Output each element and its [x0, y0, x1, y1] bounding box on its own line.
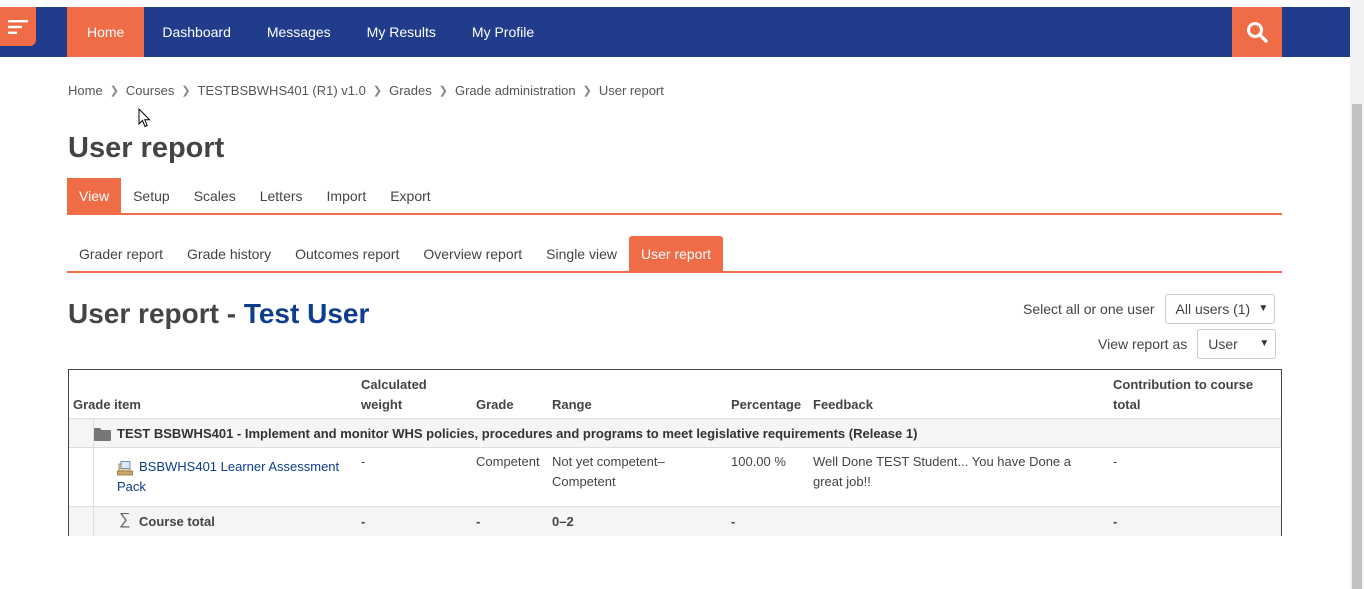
- breadcrumb-course[interactable]: TESTBSBWHS401 (R1) v1.0: [198, 83, 366, 98]
- view-as-value: User: [1208, 336, 1238, 352]
- breadcrumb-home[interactable]: Home: [68, 83, 103, 98]
- chevron-right-icon: ❯: [181, 85, 191, 97]
- primary-tabs: View Setup Scales Letters Import Export: [67, 178, 1282, 215]
- chevron-right-icon: ❯: [582, 85, 592, 97]
- breadcrumb-courses[interactable]: Courses: [126, 83, 174, 98]
- tab-scales[interactable]: Scales: [182, 178, 248, 214]
- item-percentage: 100.00 %: [731, 454, 786, 469]
- select-user-dropdown[interactable]: All users (1) ▼: [1164, 294, 1276, 324]
- category-cell: TEST BSBWHS401 - Implement and monitor W…: [93, 419, 1281, 448]
- total-grade: -: [476, 514, 481, 529]
- chevron-right-icon: ❯: [372, 85, 383, 97]
- nav-my-results[interactable]: My Results: [349, 7, 454, 57]
- tab-single-view[interactable]: Single view: [534, 236, 629, 271]
- header-weight-line1: Calculated: [361, 377, 427, 392]
- menu-icon: [8, 19, 28, 34]
- select-user-control: Select all or one user All users (1) ▼: [1023, 294, 1276, 324]
- header-contribution-line1: Contribution to course: [1113, 377, 1254, 392]
- breadcrumb-grade-administration[interactable]: Grade administration: [455, 83, 576, 98]
- total-weight: -: [361, 514, 366, 529]
- item-weight: -: [361, 454, 366, 469]
- tab-overview-report[interactable]: Overview report: [411, 236, 534, 271]
- tab-setup[interactable]: Setup: [121, 178, 182, 214]
- nav-messages[interactable]: Messages: [249, 7, 349, 57]
- total-contribution: -: [1113, 514, 1118, 529]
- item-contribution: -: [1113, 454, 1118, 469]
- view-as-label: View report as: [1098, 336, 1188, 352]
- header-range: Range: [552, 397, 592, 412]
- indent-cell: [93, 507, 117, 536]
- chevron-right-icon: ❯: [109, 85, 119, 97]
- tab-user-report[interactable]: User report: [629, 236, 724, 271]
- page-scrollbar[interactable]: [1350, 0, 1364, 589]
- item-feedback-line2: great job!!: [813, 474, 871, 489]
- header-grade-item: Grade item: [73, 397, 141, 412]
- dropdown-arrow-icon: ▼: [1258, 303, 1269, 314]
- dropdown-arrow-icon: ▼: [1259, 338, 1270, 349]
- report-user-name-link[interactable]: Test User: [244, 298, 370, 329]
- total-range: 0–2: [552, 514, 574, 529]
- report-title: User report - Test User: [68, 298, 369, 330]
- grade-item-link-continued[interactable]: Pack: [117, 477, 146, 497]
- view-as-control: View report as User ▼: [1098, 329, 1277, 359]
- report-title-prefix: User report -: [68, 298, 244, 329]
- tab-grade-history[interactable]: Grade history: [175, 236, 283, 271]
- assignment-icon: [117, 461, 133, 476]
- header-weight-line2: weight: [361, 397, 403, 412]
- select-user-label: Select all or one user: [1023, 301, 1155, 317]
- secondary-tabs: Grader report Grade history Outcomes rep…: [67, 236, 1282, 273]
- item-feedback-line1: Well Done TEST Student... You have Done …: [813, 454, 1072, 469]
- item-grade: Competent: [476, 454, 540, 469]
- table-header-row: Grade item Calculated weight Grade Range…: [69, 370, 1281, 419]
- search-button[interactable]: [1232, 7, 1282, 57]
- breadcrumb: Home ❯ Courses ❯ TESTBSBWHS401 (R1) v1.0…: [68, 83, 664, 98]
- tab-export[interactable]: Export: [378, 178, 442, 214]
- indent-cell: [93, 448, 117, 507]
- tab-view[interactable]: View: [67, 178, 122, 214]
- course-total-label: Course total: [139, 514, 215, 529]
- category-row: TEST BSBWHS401 - Implement and monitor W…: [69, 419, 1281, 448]
- folder-icon: [94, 427, 111, 441]
- main-nav: Home Dashboard Messages My Results My Pr…: [67, 7, 552, 57]
- header-feedback: Feedback: [813, 397, 873, 412]
- breadcrumb-user-report[interactable]: User report: [599, 83, 664, 98]
- tab-letters[interactable]: Letters: [248, 178, 315, 214]
- sigma-icon: ∑: [119, 511, 131, 528]
- select-user-value: All users (1): [1175, 301, 1251, 317]
- nav-home[interactable]: Home: [67, 7, 145, 57]
- view-as-dropdown[interactable]: User ▼: [1197, 329, 1277, 359]
- item-range-line1: Not yet competent–: [552, 454, 665, 469]
- header-grade: Grade: [476, 397, 514, 412]
- course-total-row: ∑ Course total - - 0–2 - -: [69, 507, 1281, 536]
- table-row: BSBWHS401 Learner Assessment Pack - Comp…: [69, 448, 1281, 507]
- header-contribution-line2: total: [1113, 397, 1141, 412]
- nav-my-profile[interactable]: My Profile: [454, 7, 552, 57]
- nav-dashboard[interactable]: Dashboard: [144, 7, 249, 57]
- mouse-cursor-icon: [138, 108, 151, 128]
- user-grade-table: Grade item Calculated weight Grade Range…: [68, 369, 1282, 536]
- category-name: TEST BSBWHS401 - Implement and monitor W…: [117, 426, 918, 441]
- scrollbar-thumb[interactable]: [1352, 104, 1362, 589]
- header-percentage: Percentage: [731, 397, 802, 412]
- nav-drawer-button[interactable]: [0, 7, 36, 46]
- breadcrumb-grades[interactable]: Grades: [389, 83, 432, 98]
- tab-outcomes-report[interactable]: Outcomes report: [283, 236, 411, 271]
- page-title: User report: [68, 132, 225, 164]
- chevron-right-icon: ❯: [438, 85, 448, 97]
- tab-grader-report[interactable]: Grader report: [67, 236, 175, 271]
- tab-import[interactable]: Import: [315, 178, 379, 214]
- search-icon: [1247, 22, 1268, 43]
- top-navbar: Home Dashboard Messages My Results My Pr…: [0, 7, 1350, 57]
- item-range-line2: Competent: [552, 474, 616, 489]
- total-percentage: -: [731, 514, 736, 529]
- grade-item-link[interactable]: BSBWHS401 Learner Assessment: [139, 457, 339, 477]
